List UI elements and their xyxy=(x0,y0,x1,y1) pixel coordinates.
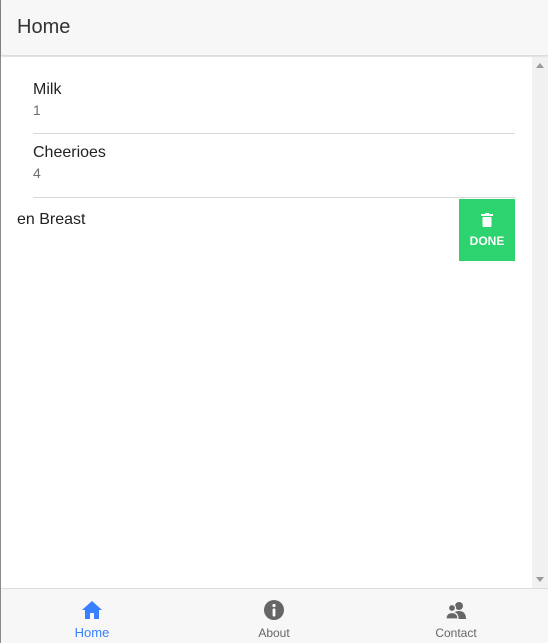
item-list: Milk 1 Cheerioes 4 en Breast DONE xyxy=(1,57,532,588)
tab-bar: Home About Contact xyxy=(1,588,548,643)
scrollbar[interactable] xyxy=(532,57,548,588)
item-name: en Breast xyxy=(17,211,86,228)
item-name: Cheerioes xyxy=(33,144,106,161)
scroll-down-arrow-icon[interactable] xyxy=(536,577,544,582)
item-quantity: 4 xyxy=(33,165,41,181)
tab-label: Home xyxy=(74,625,110,640)
tab-label: Contact xyxy=(435,626,477,640)
home-icon xyxy=(82,601,102,619)
item-name: Milk xyxy=(33,81,62,98)
list-item[interactable]: Cheerioes 4 xyxy=(33,134,515,198)
contacts-icon xyxy=(445,602,466,620)
tab-label: About xyxy=(258,626,290,640)
info-icon xyxy=(264,600,284,620)
app-header: Home xyxy=(1,0,548,56)
scroll-up-arrow-icon[interactable] xyxy=(536,63,544,68)
list-item[interactable]: Milk 1 xyxy=(33,57,515,134)
trash-icon xyxy=(481,213,493,227)
tab-contact[interactable]: Contact xyxy=(365,589,547,644)
page-title: Home xyxy=(17,16,71,38)
list-item-swiped[interactable]: en Breast DONE xyxy=(17,198,515,261)
item-quantity: 1 xyxy=(33,102,41,118)
tab-home[interactable]: Home xyxy=(1,589,183,644)
done-button[interactable]: DONE xyxy=(459,199,515,261)
tab-about[interactable]: About xyxy=(183,589,365,644)
done-label: DONE xyxy=(469,234,505,248)
